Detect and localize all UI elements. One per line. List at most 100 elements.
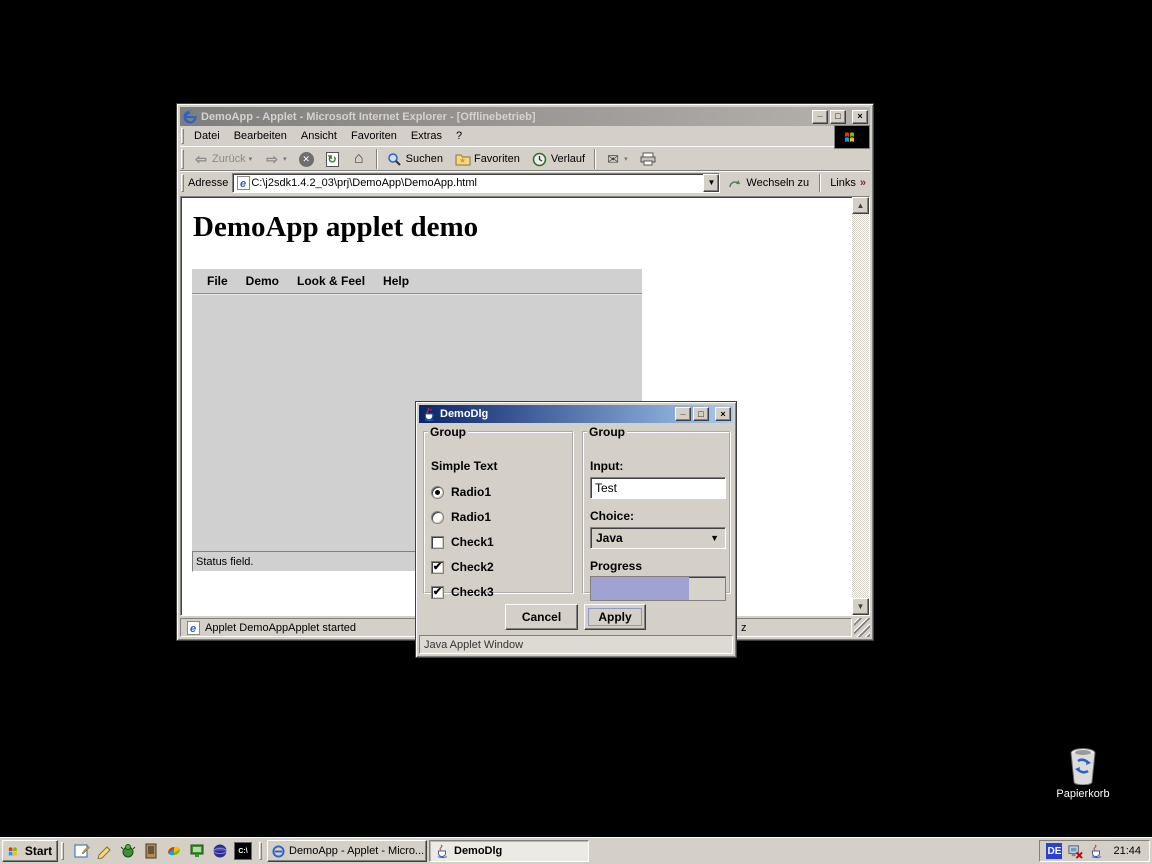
history-label: Verlauf <box>551 153 585 165</box>
stop-button[interactable]: ✕ <box>293 148 320 170</box>
ie-minimize-button[interactable]: _ <box>812 110 828 124</box>
menu-ansicht[interactable]: Ansicht <box>294 127 344 145</box>
forward-button[interactable]: ⇨ ▾ <box>258 148 293 170</box>
recycle-bin-icon[interactable]: Papierkorb <box>1048 747 1118 800</box>
home-button[interactable]: ⌂ <box>345 148 373 170</box>
toolbar-grip[interactable] <box>181 149 184 169</box>
task-button-demoapp[interactable]: DemoApp - Applet - Micro... <box>267 840 427 862</box>
menubar-grip[interactable] <box>181 128 184 144</box>
task-button-demodlg[interactable]: DemoDlg <box>429 840 589 862</box>
back-arrow-icon: ⇦ <box>193 151 209 167</box>
console-icon[interactable]: C:\ <box>234 842 252 860</box>
checkbox-unchecked[interactable] <box>431 536 444 549</box>
go-button[interactable]: Wechseln zu <box>720 175 816 191</box>
checkbox-checked[interactable]: ✔ <box>431 561 444 574</box>
taskbar-grip[interactable] <box>61 842 64 860</box>
applet-menubar: File Demo Look & Feel Help <box>192 269 642 294</box>
links-button[interactable]: Links » <box>824 177 870 189</box>
start-button[interactable]: Start <box>2 840 58 862</box>
applet-menu-help[interactable]: Help <box>374 274 418 288</box>
check-row-2[interactable]: ✔ Check2 <box>431 559 494 575</box>
viewer-icon[interactable] <box>142 842 160 860</box>
menu-extras[interactable]: Extras <box>404 127 449 145</box>
address-input[interactable] <box>251 175 703 191</box>
radio-button-unselected[interactable] <box>431 511 444 524</box>
history-button[interactable]: Verlauf <box>526 148 591 170</box>
search-button[interactable]: Suchen <box>381 148 449 170</box>
scroll-down-button[interactable]: ▼ <box>852 598 869 615</box>
menu-datei[interactable]: Datei <box>187 127 227 145</box>
language-indicator[interactable]: DE <box>1046 843 1062 859</box>
check-row-1[interactable]: Check1 <box>431 534 494 550</box>
print-button[interactable] <box>634 148 662 170</box>
links-chevron-icon[interactable]: » <box>860 177 866 189</box>
ie-titlebar[interactable]: DemoApp - Applet - Microsoft Internet Ex… <box>180 107 870 126</box>
ie-window-title: DemoApp - Applet - Microsoft Internet Ex… <box>201 111 809 123</box>
menu-favoriten[interactable]: Favoriten <box>344 127 404 145</box>
apply-button[interactable]: Apply <box>584 604 646 630</box>
choice-combobox[interactable]: Java ▼ <box>590 527 726 549</box>
trash-icon <box>1066 747 1100 785</box>
input-field[interactable] <box>590 477 726 499</box>
progress-bar-fill <box>591 577 689 600</box>
favorites-button[interactable]: ★ Favoriten <box>449 148 526 170</box>
progress-bar <box>590 576 726 601</box>
radio-button-selected[interactable] <box>431 486 444 499</box>
favorites-label: Favoriten <box>474 153 520 165</box>
left-group-label: Group <box>428 425 468 439</box>
java-task-icon <box>434 843 450 859</box>
menu-hilfe[interactable]: ? <box>449 127 469 145</box>
refresh-button[interactable]: ↻ <box>320 148 345 170</box>
radio-row-2[interactable]: Radio1 <box>431 509 491 525</box>
back-button[interactable]: ⇦ Zurück ▾ <box>187 148 258 170</box>
recycle-bin-label[interactable]: Papierkorb <box>1048 788 1118 800</box>
applet-menu-demo[interactable]: Demo <box>237 274 288 288</box>
mail-button[interactable]: ✉ ▾ <box>599 148 634 170</box>
forward-dropdown-icon[interactable]: ▾ <box>283 155 287 163</box>
writer-icon[interactable] <box>96 842 114 860</box>
applet-menu-lookandfeel[interactable]: Look & Feel <box>288 274 374 288</box>
radio-row-1[interactable]: Radio1 <box>431 484 491 500</box>
mail-dropdown-icon[interactable]: ▾ <box>624 155 628 163</box>
ie-logo-icon <box>182 109 198 125</box>
addressbar-grip[interactable] <box>181 174 184 192</box>
scroll-up-button[interactable]: ▲ <box>852 197 869 214</box>
back-dropdown-icon[interactable]: ▾ <box>249 155 253 163</box>
msn-icon[interactable] <box>165 842 183 860</box>
print-icon <box>640 151 656 167</box>
network-offline-icon[interactable] <box>1067 843 1083 859</box>
address-label: Adresse <box>188 177 228 189</box>
ie-close-button[interactable]: × <box>852 110 868 124</box>
ie-maximize-button[interactable]: □ <box>830 110 846 124</box>
menu-bearbeiten[interactable]: Bearbeiten <box>227 127 294 145</box>
input-label: Input: <box>590 459 623 473</box>
checkbox-checked[interactable]: ✔ <box>431 586 444 599</box>
taskbar-grip[interactable] <box>259 842 262 860</box>
check-row-3[interactable]: ✔ Check3 <box>431 584 494 600</box>
radio2-label: Radio1 <box>451 510 491 524</box>
clock[interactable]: 21:44 <box>1109 845 1141 857</box>
applet-menu-file[interactable]: File <box>198 274 237 288</box>
netmeeting-icon[interactable] <box>188 842 206 860</box>
demodlg-close-button[interactable]: × <box>715 407 731 421</box>
bug-icon[interactable] <box>119 842 137 860</box>
links-label: Links <box>830 177 856 189</box>
demodlg-maximize-button[interactable]: □ <box>693 407 709 421</box>
window-resize-grip[interactable] <box>854 618 870 637</box>
search-label: Suchen <box>406 153 443 165</box>
java-tray-icon[interactable] <box>1088 843 1104 859</box>
start-label: Start <box>25 844 52 858</box>
right-group-label: Group <box>587 425 627 439</box>
demodlg-titlebar[interactable]: DemoDlg _ □ × <box>419 405 733 423</box>
java-applet-warning-banner: Java Applet Window <box>419 635 733 654</box>
cancel-button[interactable]: Cancel <box>505 604 578 630</box>
vertical-scrollbar[interactable]: ▲ ▼ <box>852 197 869 615</box>
address-dropdown-button[interactable]: ▼ <box>703 174 719 192</box>
browser-orb-icon[interactable] <box>211 842 229 860</box>
status-page-icon: e <box>185 620 201 636</box>
demodlg-minimize-button[interactable]: _ <box>675 407 691 421</box>
demodlg-window: DemoDlg _ □ × Group Simple Text Radio1 R… <box>415 401 737 658</box>
show-desktop-icon[interactable] <box>73 842 91 860</box>
page-ie-icon: e <box>235 175 251 191</box>
combo-arrow-icon[interactable]: ▼ <box>710 533 719 543</box>
